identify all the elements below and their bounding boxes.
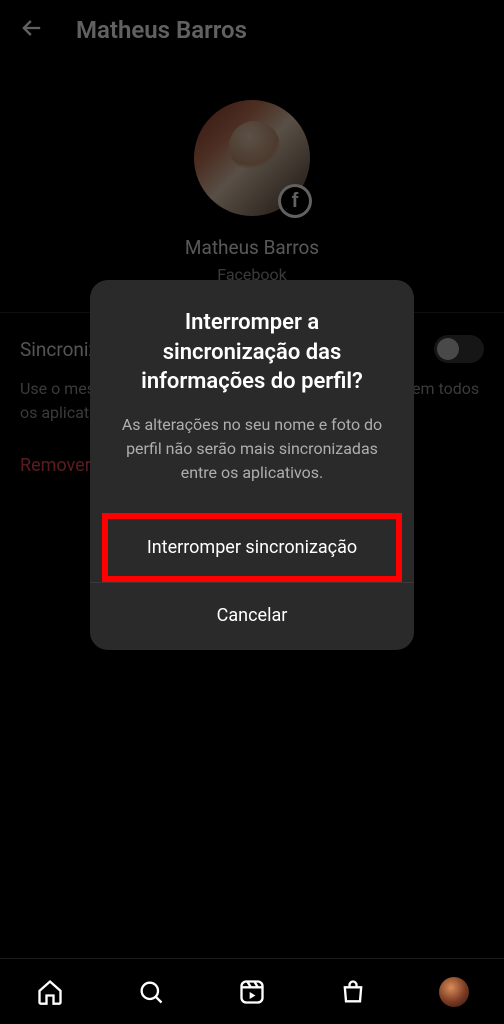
nav-profile-icon[interactable] — [439, 977, 469, 1007]
cancel-button[interactable]: Cancelar — [90, 582, 414, 650]
confirm-dialog: Interromper a sincronização das informaç… — [90, 280, 414, 650]
stop-sync-button-label: Interromper sincronização — [147, 537, 357, 558]
dialog-body: Interromper a sincronização das informaç… — [90, 280, 414, 507]
nav-home-icon[interactable] — [35, 977, 65, 1007]
dialog-description: As alterações no seu nome e foto do perf… — [114, 413, 390, 485]
nav-shop-icon[interactable] — [338, 977, 368, 1007]
cancel-button-label: Cancelar — [217, 605, 288, 626]
nav-reels-icon[interactable] — [237, 977, 267, 1007]
bottom-nav — [0, 958, 504, 1024]
stop-sync-button[interactable]: Interromper sincronização — [102, 513, 402, 582]
nav-search-icon[interactable] — [136, 977, 166, 1007]
nav-avatar — [439, 977, 469, 1007]
dialog-title: Interromper a sincronização das informaç… — [114, 308, 390, 397]
